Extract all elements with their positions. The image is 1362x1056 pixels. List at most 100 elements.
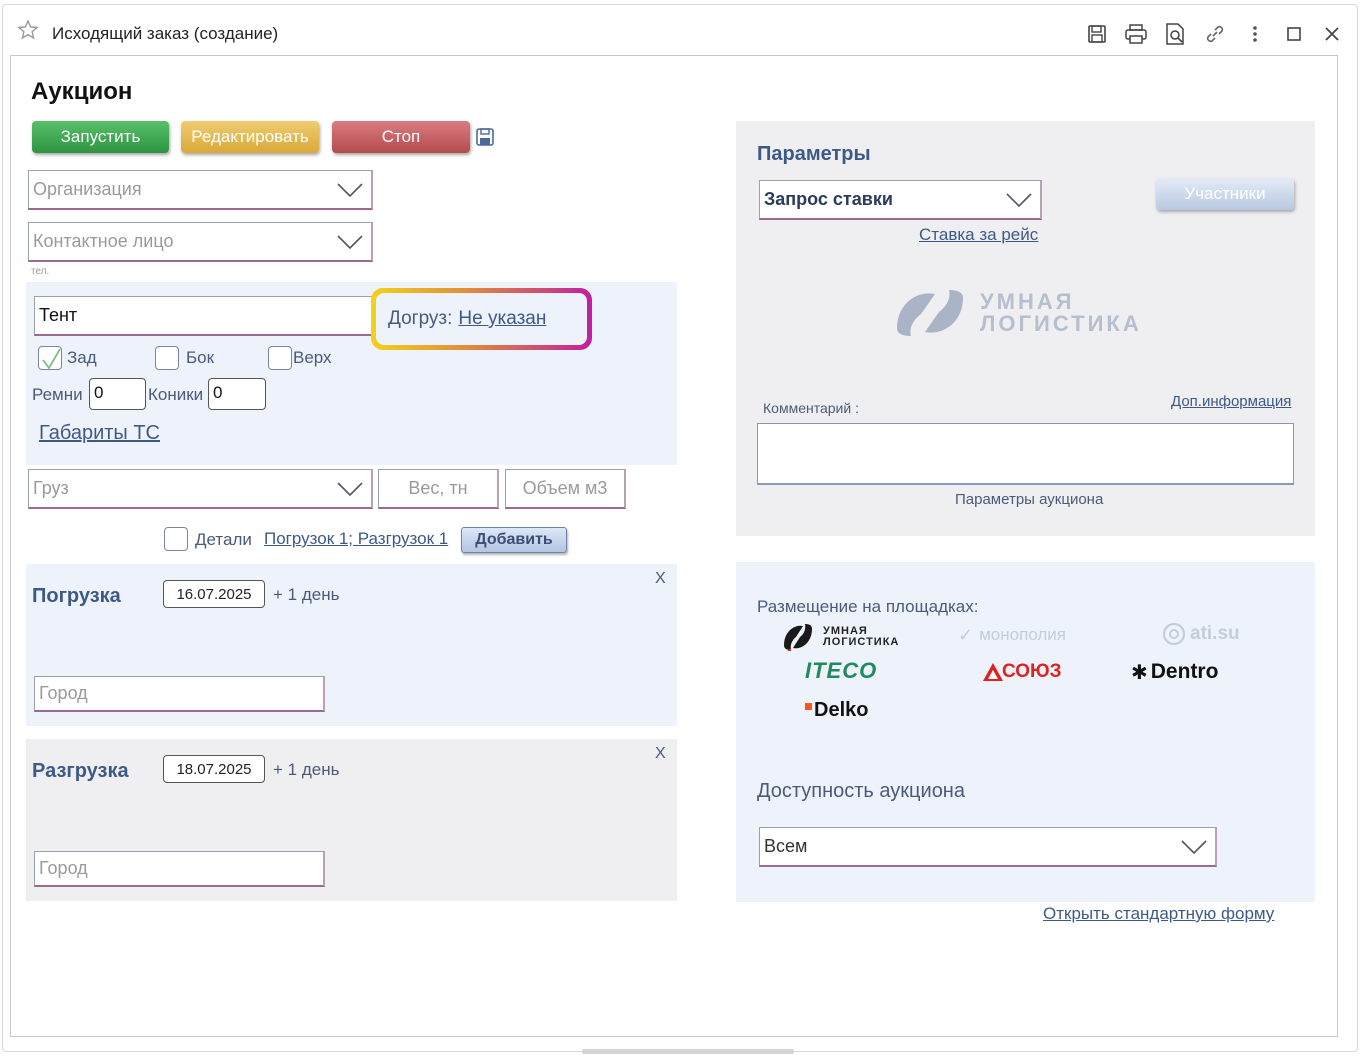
contact-placeholder: Контактное лицо bbox=[33, 231, 174, 251]
horizontal-scrollbar[interactable] bbox=[582, 1049, 794, 1054]
top-label: Верх bbox=[293, 348, 332, 367]
logo-line1: УМНАЯ bbox=[980, 289, 1075, 314]
more-icon[interactable] bbox=[1243, 22, 1267, 46]
cones-label: Коники bbox=[148, 385, 204, 404]
stop-button[interactable]: Стоп bbox=[332, 121, 470, 153]
side-label: Бок bbox=[186, 348, 215, 367]
loading-date-input[interactable]: 16.07.2025 bbox=[163, 580, 265, 608]
contact-select[interactable]: Контактное лицо bbox=[28, 222, 373, 262]
ati-icon bbox=[1162, 622, 1186, 646]
unloading-panel: Разгрузка 18.07.2025 + 1 день X Город bbox=[26, 739, 677, 901]
save-draft-icon[interactable] bbox=[475, 127, 495, 147]
organization-select[interactable]: Организация bbox=[28, 170, 373, 210]
unloading-date-input[interactable]: 18.07.2025 bbox=[163, 755, 265, 783]
delko-icon bbox=[805, 702, 812, 710]
logo-line2: ЛОГИСТИКА bbox=[980, 311, 1142, 336]
soyuz-icon bbox=[983, 663, 1003, 681]
umnaya-logistika-icon bbox=[784, 624, 812, 651]
form-content: Аукцион Запустить Редактировать Стоп Орг… bbox=[10, 55, 1338, 1037]
auction-params-link[interactable]: Параметры аукциона bbox=[955, 491, 1103, 508]
request-type-select[interactable]: Запрос ставки bbox=[759, 180, 1042, 220]
print-icon[interactable] bbox=[1124, 22, 1148, 46]
stops-summary-link[interactable]: Погрузок 1; Разгрузок 1 bbox=[264, 529, 448, 549]
unloading-plus-days[interactable]: + 1 день bbox=[273, 760, 339, 780]
chevron-down-icon bbox=[1006, 192, 1032, 207]
availability-title: Доступность аукциона bbox=[757, 780, 965, 802]
volume-input[interactable]: Объем м3 bbox=[505, 469, 626, 509]
dentro-name: Dentro bbox=[1150, 660, 1219, 683]
load-highlight: Догруз: Не указан bbox=[371, 288, 592, 350]
parameters-panel: Параметры Запрос ставки Ставка за рейс У… bbox=[736, 121, 1315, 536]
comment-label: Комментарий : bbox=[763, 400, 859, 416]
request-type-value: Запрос ставки bbox=[764, 189, 893, 209]
straps-label: Ремни bbox=[32, 385, 83, 404]
participants-button[interactable]: Участники bbox=[1156, 178, 1294, 210]
cargo-select[interactable]: Груз bbox=[28, 469, 373, 509]
order-window: Исходящий заказ (создание) Аукцион Запус… bbox=[0, 0, 1362, 1056]
loading-close-button[interactable]: X bbox=[655, 570, 666, 588]
organization-placeholder: Организация bbox=[33, 179, 142, 199]
maximize-icon[interactable] bbox=[1282, 22, 1306, 46]
dentro-icon: ✱ bbox=[1131, 661, 1148, 684]
chevron-down-icon bbox=[1181, 839, 1207, 854]
monopoliya-name: монополия bbox=[979, 625, 1066, 644]
platform-soyuz[interactable]: СОЮЗ bbox=[982, 657, 1062, 687]
ati-name: ati.su bbox=[1190, 623, 1240, 644]
body-type-value: Тент bbox=[39, 305, 78, 325]
window-title: Исходящий заказ (создание) bbox=[52, 24, 279, 43]
load-label: Догруз: bbox=[388, 308, 453, 329]
platform-monopoliya[interactable]: ✓ монополия bbox=[958, 622, 1066, 648]
link-icon[interactable] bbox=[1203, 22, 1227, 46]
rate-link[interactable]: Ставка за рейс bbox=[919, 225, 1038, 245]
load-value-link[interactable]: Не указан bbox=[458, 308, 546, 330]
volume-placeholder: Объем м3 bbox=[522, 478, 608, 498]
unloading-close-button[interactable]: X bbox=[655, 745, 666, 763]
rear-checkbox[interactable] bbox=[38, 346, 62, 370]
loading-plus-days[interactable]: + 1 день bbox=[273, 585, 339, 605]
auction-title: Аукцион bbox=[31, 78, 133, 105]
extra-info-link[interactable]: Доп.информация bbox=[1171, 393, 1291, 410]
umnaya-line2: ЛОГИСТИКА bbox=[823, 636, 900, 648]
side-checkbox[interactable] bbox=[155, 346, 179, 370]
save-icon[interactable] bbox=[1085, 22, 1109, 46]
monopoliya-icon: ✓ bbox=[958, 624, 974, 645]
star-icon[interactable] bbox=[16, 18, 40, 42]
availability-value: Всем bbox=[764, 836, 808, 856]
top-checkbox[interactable] bbox=[268, 346, 292, 370]
chevron-down-icon bbox=[337, 182, 363, 197]
weight-input[interactable]: Вес, тн bbox=[378, 469, 499, 509]
straps-input[interactable]: 0 bbox=[89, 378, 146, 410]
platform-ati[interactable]: ati.su bbox=[1162, 620, 1240, 648]
close-icon[interactable] bbox=[1320, 22, 1344, 46]
availability-select[interactable]: Всем bbox=[759, 827, 1217, 867]
preview-icon[interactable] bbox=[1163, 22, 1187, 46]
dimensions-link[interactable]: Габариты ТС bbox=[39, 422, 160, 445]
rear-label: Зад bbox=[67, 348, 97, 367]
soyuz-name: СОЮЗ bbox=[1002, 661, 1062, 682]
body-type-field[interactable]: Тент bbox=[34, 296, 374, 336]
placement-panel: Размещение на площадках: УМНАЯ ЛОГИСТИКА… bbox=[736, 562, 1315, 902]
unloading-city-input[interactable]: Город bbox=[34, 851, 325, 887]
details-checkbox[interactable] bbox=[164, 527, 188, 551]
logo-wordmark: УМНАЯ ЛОГИСТИКА bbox=[980, 291, 1142, 335]
edit-button[interactable]: Редактировать bbox=[181, 121, 319, 153]
loading-city-input[interactable]: Город bbox=[34, 676, 325, 712]
check-icon bbox=[42, 348, 61, 370]
platform-delko[interactable]: Delko bbox=[805, 697, 868, 723]
platform-iteco[interactable]: ITECO bbox=[805, 658, 877, 684]
details-label: Детали bbox=[195, 530, 252, 549]
add-stop-button[interactable]: Добавить bbox=[461, 527, 567, 553]
loading-title: Погрузка bbox=[32, 585, 121, 607]
unloading-city-placeholder: Город bbox=[39, 858, 88, 878]
comment-textarea[interactable] bbox=[757, 423, 1294, 485]
parameters-title: Параметры bbox=[757, 143, 871, 165]
umnaya-logistika-logo-icon bbox=[891, 284, 969, 342]
open-standard-form-link[interactable]: Открыть стандартную форму bbox=[1043, 904, 1274, 924]
vehicle-panel: Тент Догруз: Не указан Зад Бок Верх Ремн… bbox=[26, 282, 677, 465]
chevron-down-icon bbox=[337, 234, 363, 249]
cones-input[interactable]: 0 bbox=[208, 378, 266, 410]
start-button[interactable]: Запустить bbox=[32, 121, 169, 153]
platform-umnaya[interactable]: УМНАЯ ЛОГИСТИКА bbox=[781, 620, 921, 654]
unloading-title: Разгрузка bbox=[32, 760, 129, 782]
platform-dentro[interactable]: ✱ Dentro bbox=[1131, 659, 1218, 685]
